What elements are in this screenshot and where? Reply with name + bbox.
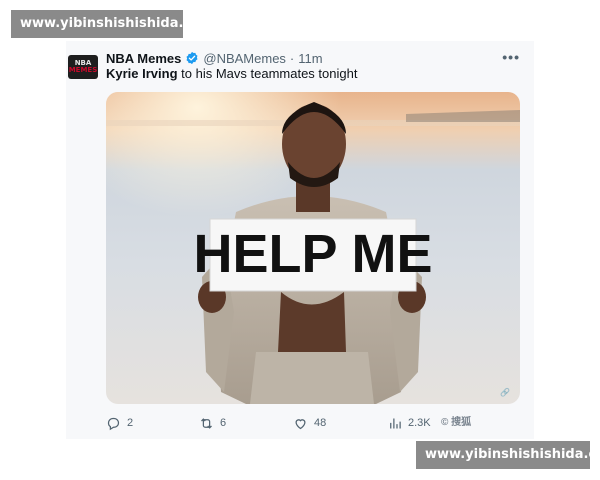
more-options-icon[interactable]: ••• bbox=[502, 49, 520, 65]
repost-button[interactable]: 6 bbox=[199, 413, 226, 433]
tweet-text-rest: to his Mavs teammates tonight bbox=[177, 66, 358, 81]
like-icon bbox=[295, 418, 306, 429]
author-name[interactable]: NBA Memes bbox=[106, 51, 181, 66]
reply-count: 2 bbox=[127, 417, 134, 429]
views-count: 2.3K bbox=[408, 417, 431, 429]
tweet-header: NBA Memes @NBAMemes · 11m bbox=[106, 48, 323, 68]
watermark-bottom: www.yibinshishishida.com bbox=[416, 441, 600, 469]
repost-icon bbox=[201, 417, 212, 429]
avatar-text-line2: MEMES bbox=[68, 66, 98, 74]
views-icon bbox=[390, 418, 401, 428]
repost-count: 6 bbox=[220, 417, 227, 429]
author-avatar[interactable]: NBA MEMES bbox=[68, 55, 98, 79]
views-button[interactable]: 2.3K bbox=[387, 413, 431, 433]
verified-badge-icon bbox=[186, 51, 198, 65]
reply-button[interactable]: 2 bbox=[106, 413, 133, 433]
tweet-image[interactable]: HELP ME 🔗 bbox=[106, 92, 520, 404]
tweet-actions: 2 6 48 2.3K © 搜狐 bbox=[106, 413, 526, 433]
author-handle[interactable]: @NBAMemes bbox=[203, 51, 286, 66]
header-separator: · bbox=[289, 50, 295, 66]
watermark-top: www.yibinshishishida.com bbox=[11, 10, 214, 38]
like-count: 48 bbox=[314, 417, 327, 429]
image-overlay-mark: 🔗 bbox=[500, 387, 510, 397]
share-watermark: © 搜狐 bbox=[441, 417, 472, 428]
like-button[interactable]: 48 bbox=[293, 413, 326, 433]
beach-photo: HELP ME 🔗 bbox=[106, 92, 520, 404]
sign-text: HELP ME bbox=[193, 224, 432, 284]
tweet-text-bold: Kyrie Irving bbox=[106, 66, 178, 81]
tweet-timestamp[interactable]: 11m bbox=[298, 51, 322, 66]
reply-icon bbox=[107, 417, 120, 430]
tweet-text: Kyrie Irving to his Mavs teammates tonig… bbox=[106, 66, 357, 81]
tweet-card[interactable]: NBA MEMES NBA Memes @NBAMemes · 11m ••• … bbox=[66, 41, 534, 439]
